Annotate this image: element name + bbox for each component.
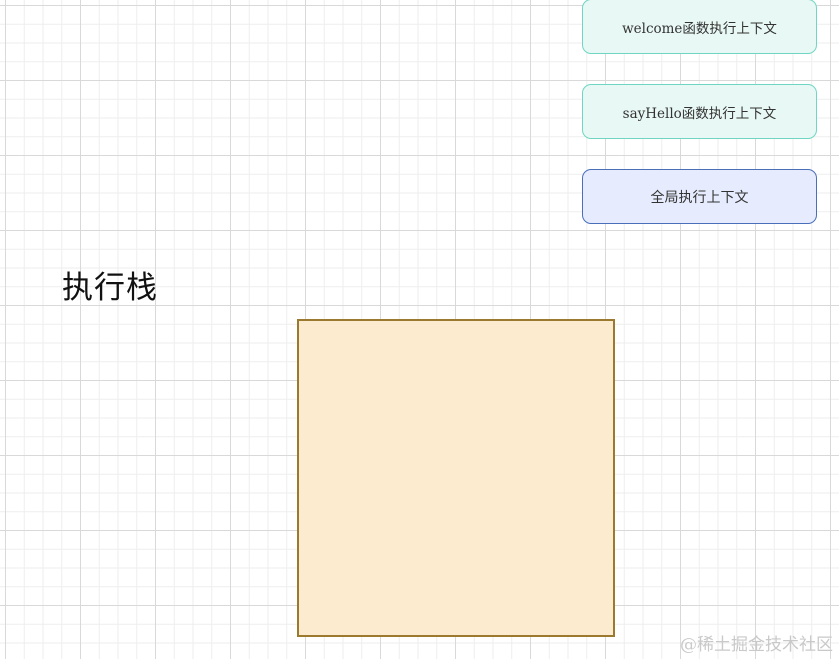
diagram-canvas: welcome函数执行上下文 sayHello函数执行上下文 全局执行上下文 执… [0,0,839,659]
watermark: @稀土掘金技术社区 [680,635,833,655]
sayhello-context-card: sayHello函数执行上下文 [582,84,817,139]
execution-stack-container [297,319,615,637]
global-context-card: 全局执行上下文 [582,169,817,224]
welcome-context-card: welcome函数执行上下文 [582,0,817,54]
execution-stack-title: 执行栈 [62,270,158,306]
